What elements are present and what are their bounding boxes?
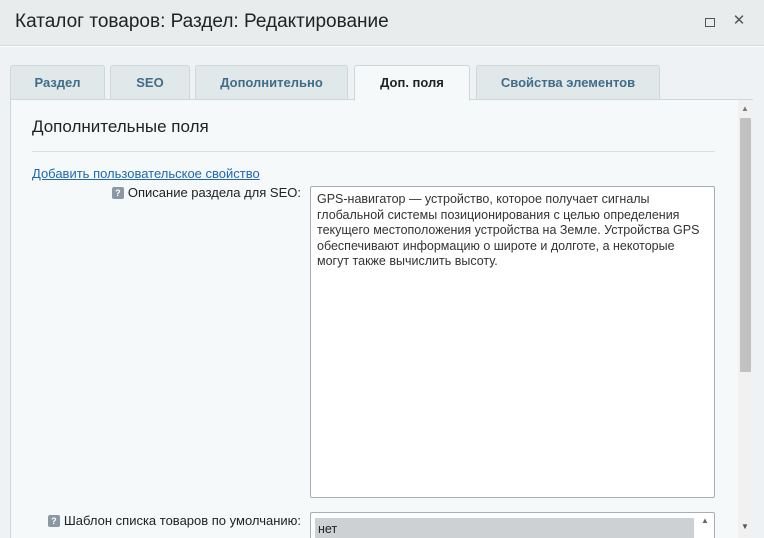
scroll-thumb[interactable]: [740, 118, 751, 372]
dialog-title: Каталог товаров: Раздел: Редактирование: [15, 11, 389, 32]
tab-seo[interactable]: SEO: [110, 65, 190, 100]
template-option-selected[interactable]: нет: [315, 518, 694, 538]
seo-description-textarea[interactable]: GPS-навигатор — устройство, которое полу…: [310, 186, 715, 498]
section-divider: [32, 151, 715, 152]
seo-description-label-text: Описание раздела для SEO:: [127, 185, 301, 200]
scroll-up-icon[interactable]: ▲: [741, 104, 749, 113]
tab-extra-fields[interactable]: Доп. поля: [354, 65, 470, 101]
template-listbox[interactable]: нет ▲: [310, 512, 715, 538]
listbox-scroll-up-icon[interactable]: ▲: [699, 516, 711, 525]
scroll-down-icon[interactable]: ▼: [741, 522, 749, 531]
tab-element-properties[interactable]: Свойства элементов: [476, 65, 660, 100]
close-icon[interactable]: ✕: [731, 12, 747, 29]
maximize-icon[interactable]: [705, 18, 715, 27]
template-label-text: Шаблон списка товаров по умолчанию:: [63, 513, 301, 528]
dialog-titlebar: Каталог товаров: Раздел: Редактирование …: [0, 0, 764, 46]
panel-scrollbar[interactable]: ▲ ▼: [738, 100, 753, 538]
seo-description-label: ? Описание раздела для SEO:: [111, 185, 301, 200]
tab-section[interactable]: Раздел: [10, 65, 105, 100]
help-icon[interactable]: ?: [47, 515, 60, 527]
template-label: ? Шаблон списка товаров по умолчанию:: [47, 513, 301, 528]
tab-additional[interactable]: Дополнительно: [195, 65, 348, 100]
section-title: Дополнительные поля: [32, 117, 209, 136]
help-icon[interactable]: ?: [111, 187, 124, 199]
add-custom-property-link[interactable]: Добавить пользовательское свойство: [32, 166, 260, 181]
